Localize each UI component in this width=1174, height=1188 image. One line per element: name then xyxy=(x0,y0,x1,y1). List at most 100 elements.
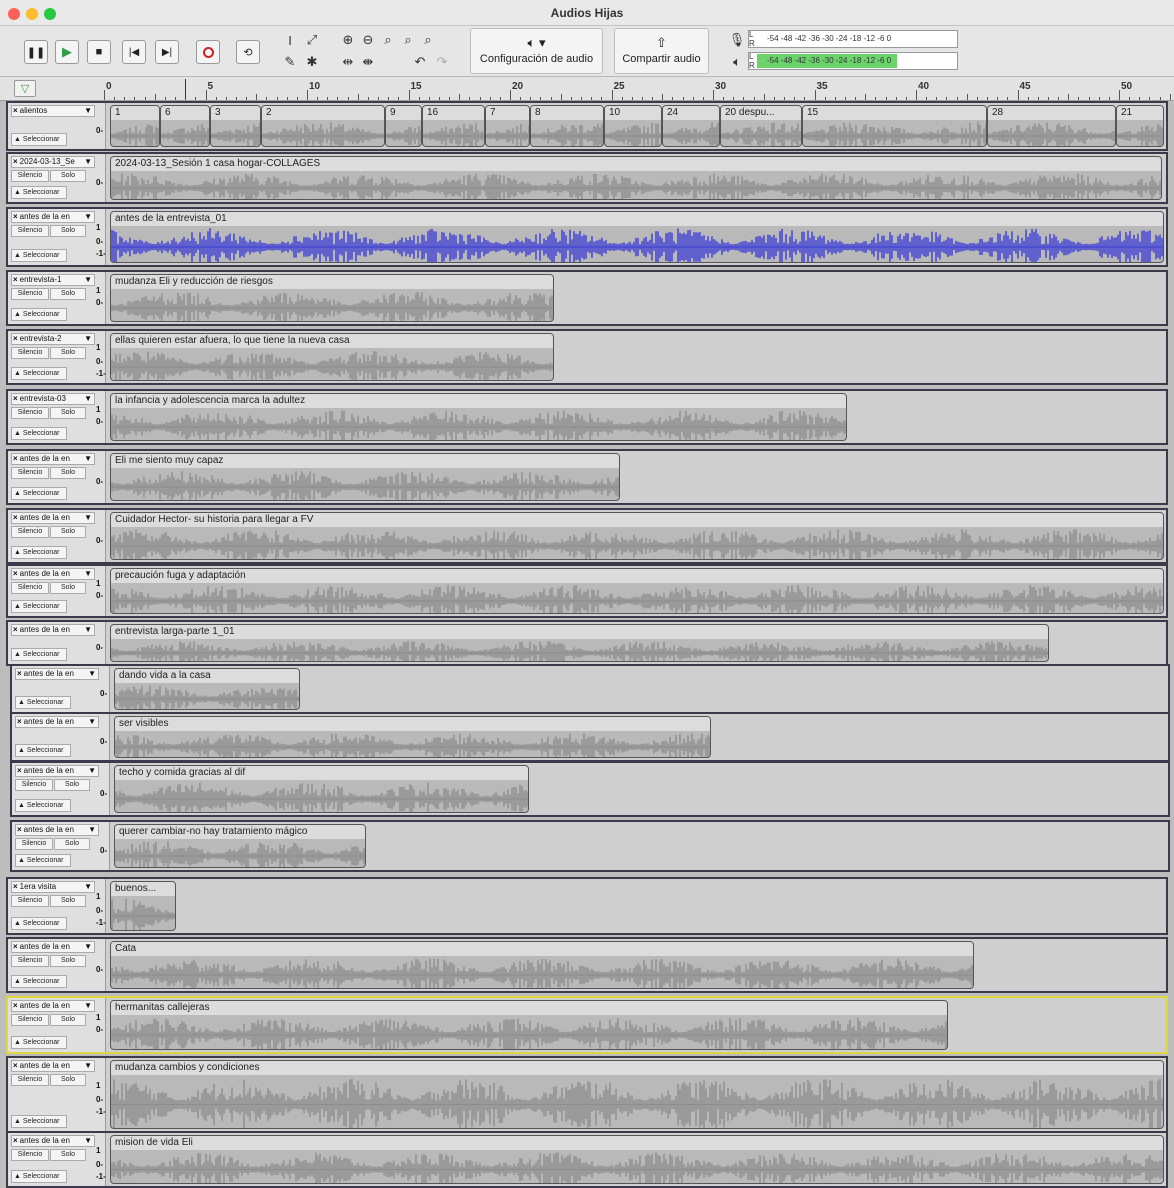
track-area[interactable]: × alientos ▼ ▲ Seleccionar 0- 1 6 3 2 9 16 7 8 10 24 20… xyxy=(0,101,1174,1188)
audio-clip[interactable]: querer cambiar-no hay tratamiento mágico xyxy=(114,824,366,868)
clip-title[interactable]: 10 xyxy=(605,106,661,120)
waveform[interactable] xyxy=(111,120,160,147)
clip-title[interactable]: 6 xyxy=(161,106,209,120)
track-control-panel[interactable]: × antes de la en ▼ Silencio Solo ▲ Selecciona… xyxy=(8,1058,106,1131)
audio-clip[interactable]: hermanitas callejeras xyxy=(110,1000,948,1050)
select-track-button[interactable]: ▲ Seleccionar xyxy=(11,975,67,988)
waveform[interactable] xyxy=(111,171,1162,200)
track-control-panel[interactable]: × 2024-03-13_Se ▼ Silencio Solo ▲ Seleccionar xyxy=(8,154,106,202)
redo-icon[interactable]: ↷ xyxy=(432,52,452,72)
waveform[interactable] xyxy=(111,956,974,989)
audio-clip[interactable]: 10 xyxy=(604,105,662,147)
mute-button[interactable]: Silencio xyxy=(11,407,49,419)
audio-clip[interactable]: 21 xyxy=(1116,105,1164,147)
solo-button[interactable]: Solo xyxy=(50,407,86,419)
solo-button[interactable]: Solo xyxy=(50,1149,86,1161)
track-control-panel[interactable]: × 1era visita ▼ Silencio Solo ▲ Seleccionar xyxy=(8,879,106,933)
solo-button[interactable]: Solo xyxy=(54,779,90,791)
clip-title[interactable]: 16 xyxy=(423,106,484,120)
clip-title[interactable]: 9 xyxy=(386,106,421,120)
track-menu-chevron-icon[interactable]: ▼ xyxy=(84,513,92,523)
track[interactable]: × antes de la en ▼ ▲ Seleccionar 0- entrevist… xyxy=(6,620,1168,666)
solo-button[interactable]: Solo xyxy=(50,225,86,237)
mute-button[interactable]: Silencio xyxy=(11,1149,49,1161)
close-track-icon[interactable]: × xyxy=(13,1001,18,1010)
select-track-button[interactable]: ▲ Seleccionar xyxy=(11,648,67,661)
audio-clip[interactable]: mudanza Eli y reducción de riesgos xyxy=(110,274,554,322)
close-track-icon[interactable]: × xyxy=(17,717,22,726)
skip-to-end-button[interactable]: ▶| xyxy=(155,40,179,64)
audio-clip[interactable]: 16 xyxy=(422,105,485,147)
clip-title[interactable]: 3 xyxy=(211,106,260,120)
select-track-button[interactable]: ▲ Seleccionar xyxy=(11,1170,67,1183)
clip-title[interactable]: mision de vida Eli xyxy=(111,1136,1163,1150)
select-track-button[interactable]: ▲ Seleccionar xyxy=(11,1115,67,1128)
audio-clip[interactable]: 20 despu... xyxy=(720,105,802,147)
mute-button[interactable]: Silencio xyxy=(11,955,49,967)
select-track-button[interactable]: ▲ Seleccionar xyxy=(15,744,71,757)
track-menu-chevron-icon[interactable]: ▼ xyxy=(84,1061,92,1071)
track-control-panel[interactable]: × antes de la en ▼ ▲ Seleccionar xyxy=(12,714,110,760)
loop-button[interactable]: ⟲ xyxy=(236,40,260,64)
clip-title[interactable]: dando vida a la casa xyxy=(115,669,299,683)
track[interactable]: × antes de la en ▼ Silencio Solo ▲ Selecciona… xyxy=(6,508,1168,564)
select-track-button[interactable]: ▲ Seleccionar xyxy=(11,249,67,262)
select-track-button[interactable]: ▲ Seleccionar xyxy=(15,696,71,709)
waveform[interactable] xyxy=(386,120,422,147)
clip-title[interactable]: Cuidador Hector- su historia para llegar… xyxy=(111,513,1163,527)
audio-clip[interactable]: 8 xyxy=(530,105,604,147)
mute-button[interactable]: Silencio xyxy=(11,526,49,538)
track-control-panel[interactable]: × antes de la en ▼ Silencio Solo ▲ Selecciona… xyxy=(12,822,110,870)
track-menu-chevron-icon[interactable]: ▼ xyxy=(84,394,92,404)
select-track-button[interactable]: ▲ Seleccionar xyxy=(11,546,67,559)
fit-project-icon[interactable]: ⌕ xyxy=(398,30,418,50)
track-menu-chevron-icon[interactable]: ▼ xyxy=(84,942,92,952)
track[interactable]: × 1era visita ▼ Silencio Solo ▲ Seleccionar 1 0… xyxy=(6,877,1168,935)
track-control-panel[interactable]: × antes de la en ▼ Silencio Solo ▲ Selecciona… xyxy=(8,451,106,503)
mute-button[interactable]: Silencio xyxy=(11,895,49,907)
close-track-icon[interactable]: × xyxy=(13,625,18,634)
mute-button[interactable]: Silencio xyxy=(11,1014,49,1026)
solo-button[interactable]: Solo xyxy=(50,288,86,300)
waveform[interactable] xyxy=(111,408,847,441)
waveform[interactable] xyxy=(111,1015,948,1050)
track[interactable]: × antes de la en ▼ Silencio Solo ▲ Selecciona… xyxy=(6,996,1168,1054)
clip-title[interactable]: mudanza Eli y reducción de riesgos xyxy=(111,275,553,289)
track-menu-chevron-icon[interactable]: ▼ xyxy=(84,212,92,222)
track[interactable]: × antes de la en ▼ Silencio Solo ▲ Selecciona… xyxy=(6,207,1168,267)
track-menu-chevron-icon[interactable]: ▼ xyxy=(84,275,92,285)
waveform[interactable] xyxy=(262,120,385,147)
track-control-panel[interactable]: × entrevista-2 ▼ Silencio Solo ▲ Seleccionar xyxy=(8,331,106,383)
audio-clip[interactable]: 15 xyxy=(802,105,987,147)
audio-clip[interactable]: Cata xyxy=(110,941,974,989)
select-track-button[interactable]: ▲ Seleccionar xyxy=(11,367,67,380)
track-control-panel[interactable]: × antes de la en ▼ Silencio Solo ▲ Selecciona… xyxy=(8,209,106,265)
waveform[interactable] xyxy=(988,120,1116,147)
play-button[interactable]: ▶ xyxy=(55,40,79,64)
playback-meter[interactable]: LR -54 -48 -42 -36 -30 -24 -18 -12 -6 0 xyxy=(748,52,958,70)
clip-title[interactable]: buenos... xyxy=(111,882,175,896)
track-control-panel[interactable]: × antes de la en ▼ Silencio Solo ▲ Selecciona… xyxy=(8,510,106,562)
audio-clip[interactable]: 9 xyxy=(385,105,422,147)
waveform[interactable] xyxy=(115,839,366,868)
share-audio-button[interactable]: ⇧ Compartir audio xyxy=(614,28,709,74)
mute-button[interactable]: Silencio xyxy=(11,582,49,594)
track-control-panel[interactable]: × antes de la en ▼ ▲ Seleccionar xyxy=(8,622,106,664)
waveform[interactable] xyxy=(803,120,987,147)
track-name-menu[interactable]: × antes de la en ▼ xyxy=(15,716,99,728)
solo-button[interactable]: Solo xyxy=(50,1074,86,1086)
close-track-icon[interactable]: × xyxy=(13,454,18,463)
audio-clip[interactable]: 3 xyxy=(210,105,261,147)
clip-title[interactable]: Cata xyxy=(111,942,973,956)
record-button[interactable] xyxy=(196,40,220,64)
track-control-panel[interactable]: × antes de la en ▼ Silencio Solo ▲ Selecciona… xyxy=(12,763,110,815)
audio-clip[interactable]: techo y comida gracias al dif xyxy=(114,765,529,813)
close-track-icon[interactable]: × xyxy=(13,1061,18,1070)
track-control-panel[interactable]: × antes de la en ▼ Silencio Solo ▲ Selecciona… xyxy=(8,939,106,991)
solo-button[interactable]: Solo xyxy=(50,582,86,594)
close-track-icon[interactable]: × xyxy=(13,157,18,166)
clip-title[interactable]: hermanitas callejeras xyxy=(111,1001,947,1015)
waveform[interactable] xyxy=(111,348,554,381)
select-track-button[interactable]: ▲ Seleccionar xyxy=(11,186,67,199)
waveform[interactable] xyxy=(161,120,210,147)
